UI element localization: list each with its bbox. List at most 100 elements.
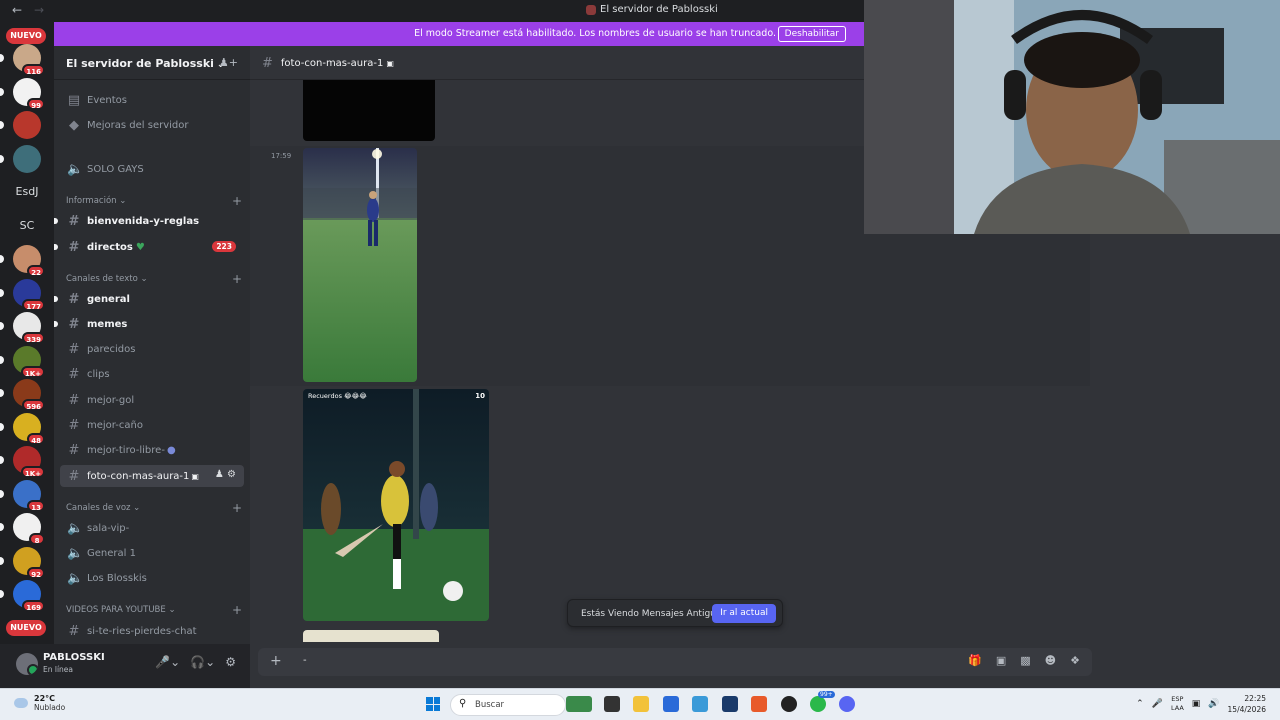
sidebar-item-events[interactable]: ▤ Eventos — [60, 89, 244, 111]
weather-widget[interactable]: 22°C Nublado — [14, 694, 65, 712]
voice-channel-sala-vip[interactable]: 🔈 sala-vip- — [60, 517, 244, 539]
server-icon[interactable]: 177 — [13, 278, 45, 311]
chrome-icon[interactable] — [781, 696, 797, 712]
add-channel-icon[interactable]: + — [232, 603, 242, 617]
hash-icon: # — [262, 56, 273, 71]
whatsapp-icon[interactable] — [810, 696, 826, 712]
category-youtube[interactable]: VIDEOS PARA YOUTUBE ⌄ + — [66, 603, 242, 617]
channel-general[interactable]: # general — [60, 288, 244, 310]
add-channel-icon[interactable]: + — [232, 501, 242, 515]
channel-memes[interactable]: # memes — [60, 313, 244, 335]
new-badge-bottom[interactable]: NUEVO — [6, 620, 46, 636]
gift-icon[interactable]: 🎁 — [968, 654, 982, 667]
unread-pill — [0, 389, 4, 397]
avatar[interactable] — [16, 653, 38, 675]
volume-icon[interactable]: 🔊 — [1208, 699, 1219, 709]
channel-si-te-ries[interactable]: # si-te-ries-pierdes-chat — [60, 620, 244, 642]
server-icon[interactable]: 1K+ — [13, 446, 45, 478]
windows-start-icon[interactable] — [426, 697, 440, 711]
username[interactable]: PABLOSSKI — [43, 652, 105, 663]
sticker-icon[interactable]: ▩ — [1020, 654, 1030, 667]
file-explorer-icon[interactable] — [633, 696, 649, 712]
steam-icon[interactable] — [722, 696, 738, 712]
unread-indicator — [54, 218, 58, 224]
server-text-icon[interactable]: EsdJ — [13, 178, 41, 206]
image-attachment-dark[interactable] — [303, 80, 435, 141]
back-arrow-icon[interactable]: ← — [12, 3, 22, 17]
category-text-channels[interactable]: Canales de texto ⌄ + — [66, 272, 242, 286]
voice-channel-general-1[interactable]: 🔈 General 1 — [60, 542, 244, 564]
server-icon[interactable]: 169 — [13, 580, 45, 612]
network-icon[interactable]: ▣ — [1192, 699, 1201, 709]
image-attachment-kick[interactable]: Recuerdos 😂😂😂 10 — [303, 389, 489, 621]
composer-text[interactable]: - — [303, 655, 307, 666]
microphone-icon[interactable]: 🎤⌄ — [155, 655, 180, 669]
channel-clips[interactable]: # clips — [60, 363, 244, 385]
invite-people-icon[interactable]: ♟+ — [219, 56, 238, 69]
unread-indicator — [54, 321, 58, 327]
disable-streamer-button[interactable]: Deshabilitar — [777, 26, 846, 42]
add-channel-icon[interactable]: + — [232, 272, 242, 286]
voice-channel-solo-gays[interactable]: 🔈 SOLO GAYS — [60, 158, 244, 180]
message-timestamp: 17:59 — [271, 152, 292, 160]
server-icon[interactable] — [13, 111, 41, 139]
server-icon[interactable]: 8 — [13, 513, 45, 545]
channel-settings-icons[interactable]: ♟ ⚙ — [215, 469, 236, 480]
channel-foto-con-mas-aura[interactable]: # foto-con-mas-aura-1 ▣ ♟ ⚙ — [60, 465, 244, 487]
server-icon[interactable]: 99 — [13, 77, 45, 110]
voice-channel-los-blosskis[interactable]: 🔈 Los Blosskis — [60, 567, 244, 589]
image-attachment-next[interactable] — [303, 630, 439, 642]
clock[interactable]: 22:25 15/4/2026 — [1228, 693, 1266, 715]
emoji-icon[interactable]: ☻ — [1045, 654, 1056, 667]
store-icon[interactable] — [663, 696, 679, 712]
new-badge-top[interactable]: NUEVO — [6, 28, 46, 44]
unread-pill — [0, 556, 4, 565]
brave-icon[interactable] — [751, 696, 767, 712]
channel-mejor-cano[interactable]: # mejor-caño — [60, 414, 244, 436]
unread-pill — [0, 121, 4, 129]
server-icon[interactable]: 22 — [13, 245, 45, 277]
server-icon[interactable] — [13, 144, 41, 173]
sidebar-item-boosts[interactable]: ◆ Mejoras del servidor — [60, 114, 244, 136]
server-icon[interactable]: 116 — [13, 44, 45, 76]
server-badge: 99 — [27, 97, 45, 110]
upload-plus-icon[interactable]: + — [270, 653, 282, 669]
channel-mejor-gol[interactable]: # mejor-gol — [60, 389, 244, 411]
server-icon[interactable]: 596 — [13, 379, 45, 411]
server-icon[interactable]: 1K+ — [13, 345, 45, 378]
channel-directos[interactable]: # directos ♥ 223 — [60, 236, 244, 258]
image-attachment-field[interactable] — [303, 148, 417, 382]
forward-arrow-icon[interactable]: → — [34, 3, 44, 17]
channel-bienvenida[interactable]: # bienvenida-y-reglas — [60, 210, 244, 232]
server-text-icon[interactable]: SC — [13, 212, 41, 240]
add-channel-icon[interactable]: + — [232, 194, 242, 208]
channel-parecidos[interactable]: # parecidos — [60, 338, 244, 360]
discord-taskbar-icon[interactable] — [839, 696, 855, 712]
apps-icon[interactable]: ❖ — [1070, 654, 1080, 667]
server-name[interactable]: El servidor de Pablosski ⌄ — [66, 57, 224, 70]
server-icon[interactable]: 92 — [13, 546, 45, 579]
chevron-up-icon[interactable]: ⌃ — [1136, 699, 1144, 709]
channel-mejor-tiro-libre[interactable]: # mejor-tiro-libre- ● — [60, 439, 244, 461]
microphone-tray-icon[interactable]: 🎤 — [1152, 699, 1163, 709]
gif-icon[interactable]: ▣ — [996, 654, 1006, 667]
jump-to-present-button[interactable]: Ir al actual — [712, 604, 776, 623]
hash-icon: # — [68, 366, 80, 382]
server-icon[interactable]: 48 — [13, 412, 45, 445]
trees-widget-icon[interactable] — [566, 696, 592, 712]
server-header[interactable]: El servidor de Pablosski ⌄ ♟+ — [54, 46, 250, 80]
server-icon[interactable]: 339 — [13, 312, 45, 344]
language-indicator[interactable]: ESP LAA — [1171, 695, 1184, 713]
edge-icon[interactable] — [692, 696, 708, 712]
server-badge: 169 — [22, 600, 45, 612]
taskbar-search[interactable]: ⚲ Buscar — [450, 694, 566, 716]
task-view-icon[interactable] — [604, 696, 620, 712]
gear-icon[interactable]: ⚙ — [225, 655, 236, 669]
server-icon[interactable]: 13 — [13, 479, 45, 512]
server-badge: 339 — [22, 332, 45, 344]
category-voice-channels[interactable]: Canales de voz ⌄ + — [66, 501, 242, 515]
category-info[interactable]: Información ⌄ + — [66, 194, 242, 208]
mention-badge: 223 — [212, 241, 236, 252]
message-composer[interactable]: + - 🎁 ▣ ▩ ☻ ❖ — [258, 648, 1092, 676]
headphones-icon[interactable]: 🎧⌄ — [190, 655, 215, 669]
